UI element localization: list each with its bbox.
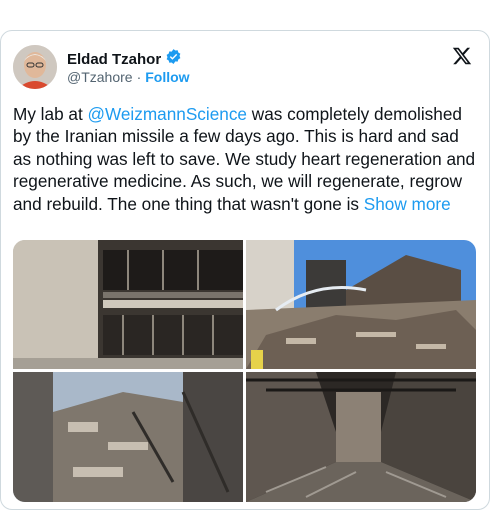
author-name-row: Eldad Tzahor — [67, 48, 182, 70]
tweet-intro: My lab at — [13, 104, 88, 124]
author-name[interactable]: Eldad Tzahor — [67, 51, 161, 68]
tweet-text: My lab at @WeizmannScience was completel… — [13, 103, 479, 215]
avatar[interactable] — [13, 45, 57, 89]
separator-dot: · — [136, 69, 142, 85]
mention-link[interactable]: @WeizmannScience — [88, 104, 247, 124]
tweet-header: Eldad Tzahor @Tzahore · Follow — [13, 45, 483, 93]
verified-badge-icon — [165, 48, 182, 70]
x-logo-icon[interactable] — [451, 45, 477, 71]
photo-collapsed-building-firefighting[interactable] — [246, 240, 476, 369]
photo-burned-corridor[interactable] — [246, 372, 476, 502]
follow-button[interactable]: Follow — [145, 69, 189, 85]
media-grid — [13, 240, 476, 502]
photo-burned-building-facade[interactable] — [13, 240, 243, 369]
photo-debris-wreckage[interactable] — [13, 372, 243, 502]
author-handle-row: @Tzahore · Follow — [67, 69, 190, 85]
show-more-link[interactable]: Show more — [364, 194, 451, 214]
author-handle[interactable]: @Tzahore — [67, 69, 133, 85]
embedded-tweet-card[interactable]: Eldad Tzahor @Tzahore · Follow My lab at… — [0, 30, 490, 510]
page-top — [0, 0, 496, 8]
